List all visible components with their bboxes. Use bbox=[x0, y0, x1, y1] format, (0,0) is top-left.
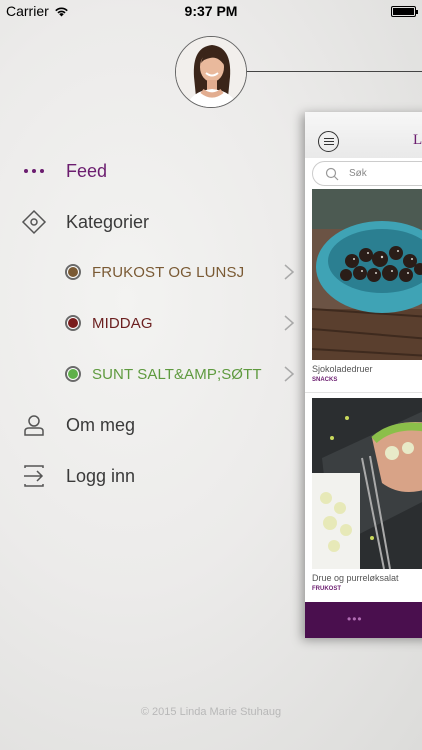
category-dot-icon bbox=[65, 264, 81, 280]
post-tag[interactable]: FRUKOST bbox=[312, 586, 341, 592]
preview-bottom-bar: ••• bbox=[305, 602, 422, 638]
preview-header: LI bbox=[305, 112, 422, 158]
ellipsis-icon bbox=[20, 157, 48, 185]
menu-item-categories[interactable]: Kategorier bbox=[0, 202, 300, 242]
person-icon bbox=[20, 411, 48, 439]
profile-photo-icon bbox=[176, 37, 246, 107]
feed-preview-panel[interactable]: LI Søk S bbox=[305, 112, 422, 638]
post-tag[interactable]: SNACKS bbox=[312, 377, 337, 383]
search-icon bbox=[325, 167, 339, 181]
menu-label-categories: Kategorier bbox=[66, 211, 150, 232]
battery-icon bbox=[391, 6, 418, 17]
post-image-chocolate-grapes[interactable] bbox=[312, 189, 422, 360]
post-image-grape-salad[interactable] bbox=[312, 398, 422, 569]
post-title[interactable]: Drue og purreløksalat bbox=[312, 573, 399, 583]
menu-item-feed[interactable]: Feed bbox=[0, 151, 300, 191]
status-time: 9:37 PM bbox=[184, 3, 238, 19]
category-item-frukost[interactable]: FRUKOST OG LUNSJ bbox=[0, 254, 300, 290]
menu-label-about: Om meg bbox=[66, 414, 136, 435]
avatar[interactable] bbox=[175, 36, 247, 108]
post-title[interactable]: Sjokoladedruer bbox=[312, 364, 373, 374]
category-label: MIDDAG bbox=[92, 314, 153, 332]
category-item-sunt[interactable]: SUNT SALT&AMP;SØTT bbox=[0, 356, 300, 392]
hamburger-icon[interactable] bbox=[318, 131, 339, 152]
search-placeholder: Søk bbox=[349, 168, 367, 179]
menu-label-login: Logg inn bbox=[66, 465, 136, 486]
preview-search-input[interactable]: Søk bbox=[312, 161, 422, 186]
chevron-right-icon bbox=[284, 315, 295, 331]
login-arrow-icon bbox=[20, 462, 48, 490]
chevron-right-icon bbox=[284, 264, 295, 280]
status-bar: Carrier 9:37 PM bbox=[0, 0, 422, 22]
category-dot-icon bbox=[65, 366, 81, 382]
ellipsis-icon[interactable]: ••• bbox=[347, 612, 363, 626]
copyright-text: © 2015 Linda Marie Stuhaug bbox=[140, 706, 282, 718]
post-divider bbox=[305, 392, 422, 393]
chevron-right-icon bbox=[284, 366, 295, 382]
category-dot-icon bbox=[65, 315, 81, 331]
category-item-middag[interactable]: MIDDAG bbox=[0, 305, 300, 341]
menu-item-login[interactable]: Logg inn bbox=[0, 456, 300, 496]
diamond-icon bbox=[20, 208, 48, 236]
avatar-divider-line bbox=[247, 71, 422, 72]
menu-label-feed: Feed bbox=[66, 160, 108, 181]
preview-logo: LI bbox=[413, 132, 422, 148]
menu-item-about[interactable]: Om meg bbox=[0, 405, 300, 445]
category-label: SUNT SALT&AMP;SØTT bbox=[92, 365, 262, 383]
category-label: FRUKOST OG LUNSJ bbox=[92, 263, 245, 281]
